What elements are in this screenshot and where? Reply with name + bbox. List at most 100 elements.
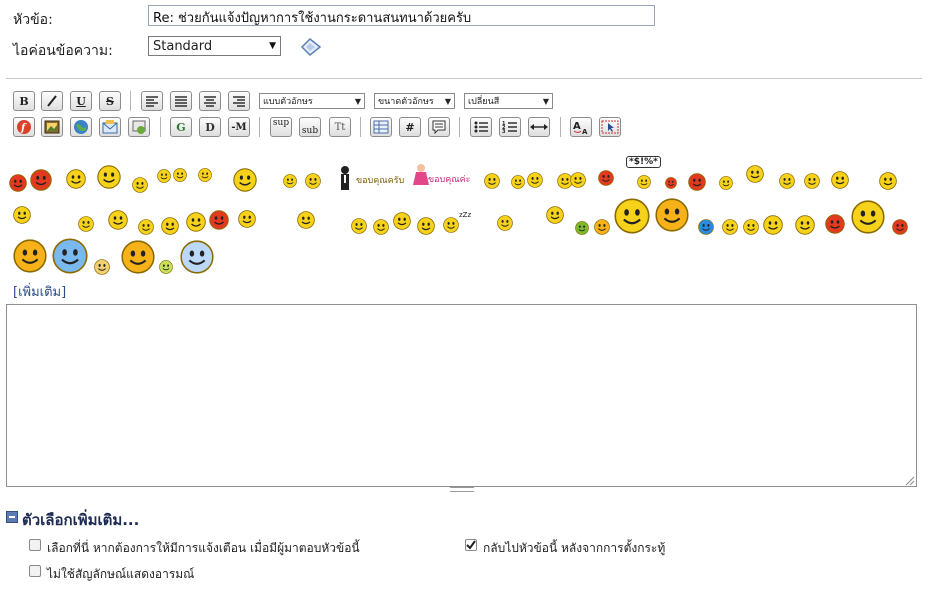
smiley-icon[interactable] [779,173,795,189]
smiley-icon[interactable] [665,177,677,189]
underline-button[interactable]: U [70,91,92,111]
table-button[interactable] [370,117,392,137]
smiley-icon[interactable] [186,212,206,232]
align-left-button[interactable] [141,91,163,111]
smiley-icon[interactable] [825,214,845,234]
toggle-view-button[interactable] [599,117,621,137]
smiley-icon[interactable] [746,165,764,183]
smiley-icon[interactable] [13,239,47,273]
smiley-icon[interactable] [233,168,257,192]
email-button[interactable] [99,117,121,137]
smiley-icon[interactable] [598,170,614,186]
glow-button[interactable]: G [170,117,192,137]
smiley-icon[interactable] [688,173,706,191]
smiley-icon[interactable] [719,176,733,190]
smiley-icon[interactable] [108,210,128,230]
smiley-icon[interactable] [763,215,783,235]
smiley-icon[interactable] [157,169,171,183]
smiley-icon[interactable] [78,216,94,232]
smiley-icon[interactable] [743,219,759,235]
ftp-button[interactable] [128,117,150,137]
font-size-select[interactable]: ขนาดตัวอักษร ▼ [374,93,455,109]
smiley-icon[interactable] [497,215,513,231]
teletype-button[interactable]: Tt [329,117,351,137]
resize-corner-icon[interactable] [903,474,915,490]
additional-options-title[interactable]: ตัวเลือกเพิ่มเติม... [22,508,139,532]
disable-smileys-checkbox[interactable] [29,565,41,577]
smiley-icon[interactable] [527,172,543,188]
smiley-icon[interactable] [698,219,714,235]
horizontal-rule-button[interactable] [528,117,550,137]
smiley-icon[interactable] [283,174,297,188]
code-button[interactable]: # [399,117,421,137]
smiley-icon[interactable] [594,219,610,235]
smiley-icon[interactable] [198,168,212,182]
smiley-icon[interactable] [13,206,31,224]
smiley-icon[interactable] [831,171,849,189]
align-justify-button[interactable] [170,91,192,111]
flash-button[interactable]: f [13,117,35,137]
smiley-icon[interactable] [180,240,214,274]
smiley-icon[interactable] [30,169,52,191]
smiley-icon[interactable] [393,212,411,230]
smiley-icon[interactable] [614,198,650,234]
smiley-icon[interactable] [66,169,86,189]
resize-font-button[interactable]: AA [570,117,592,137]
smiley-icon[interactable] [722,219,738,235]
smiley-icon[interactable] [575,221,589,235]
smiley-icon[interactable] [655,198,689,232]
smiley-icon[interactable] [161,217,179,235]
numbered-list-button[interactable]: 123 [499,117,521,137]
smiley-icon[interactable] [443,217,459,233]
strikethrough-button[interactable]: S [99,91,121,111]
superscript-button[interactable]: sup [270,117,292,137]
smiley-icon[interactable] [637,175,651,189]
smiley-icon[interactable] [94,259,110,275]
italic-button[interactable] [41,91,63,111]
smiley-icon[interactable] [417,217,435,235]
smiley-icon[interactable] [373,219,389,235]
smiley-icon[interactable] [851,200,885,234]
smiley-icon[interactable] [570,172,586,188]
smiley-icon[interactable] [804,173,820,189]
font-color-select[interactable]: เปลี่ยนสี ▼ [464,93,553,109]
smiley-icon[interactable] [173,168,187,182]
subject-input[interactable]: Re: ช่วยกันแจ้งปัญหาการใช้งานกระดานสนทนา… [148,5,655,26]
message-textarea[interactable] [6,304,917,487]
smiley-icon[interactable] [305,173,321,189]
smiley-icon[interactable] [121,240,155,274]
smiley-icon[interactable] [132,177,148,193]
resize-grip[interactable] [450,487,474,492]
font-face-select[interactable]: แบบตัวอักษร ▼ [259,93,365,109]
message-icon-select[interactable]: Standard ▼ [148,36,281,56]
smiley-icon[interactable] [511,175,525,189]
quote-button[interactable] [428,117,450,137]
smiley-icon[interactable] [795,215,815,235]
image-button[interactable] [41,117,63,137]
more-smileys-link[interactable]: [เพิ่มเติม] [13,281,66,302]
smiley-icon[interactable] [138,219,154,235]
smiley-icon[interactable] [209,210,229,230]
bold-button[interactable]: B [13,91,35,111]
notify-checkbox[interactable] [29,539,41,551]
smiley-icon[interactable] [52,238,88,274]
bullet-list-button[interactable] [470,117,492,137]
smiley-icon[interactable] [546,206,564,224]
align-right-button[interactable] [228,91,250,111]
return-to-topic-checkbox[interactable] [465,539,477,551]
align-center-button[interactable] [199,91,221,111]
smiley-icon[interactable] [238,210,256,228]
smiley-icon[interactable] [297,211,315,229]
smiley-icon[interactable] [97,165,121,189]
smiley-icon[interactable] [879,172,897,190]
smiley-icon[interactable] [892,219,908,235]
marquee-button[interactable]: -M [228,117,250,137]
hyperlink-button[interactable] [70,117,92,137]
smiley-icon[interactable] [484,173,500,189]
smiley-icon[interactable] [351,218,367,234]
collapse-icon[interactable] [6,511,18,523]
smiley-icon[interactable] [159,260,173,274]
subscript-button[interactable]: sub [299,117,321,137]
shadow-button[interactable]: D [199,117,221,137]
smiley-icon[interactable] [9,174,27,192]
